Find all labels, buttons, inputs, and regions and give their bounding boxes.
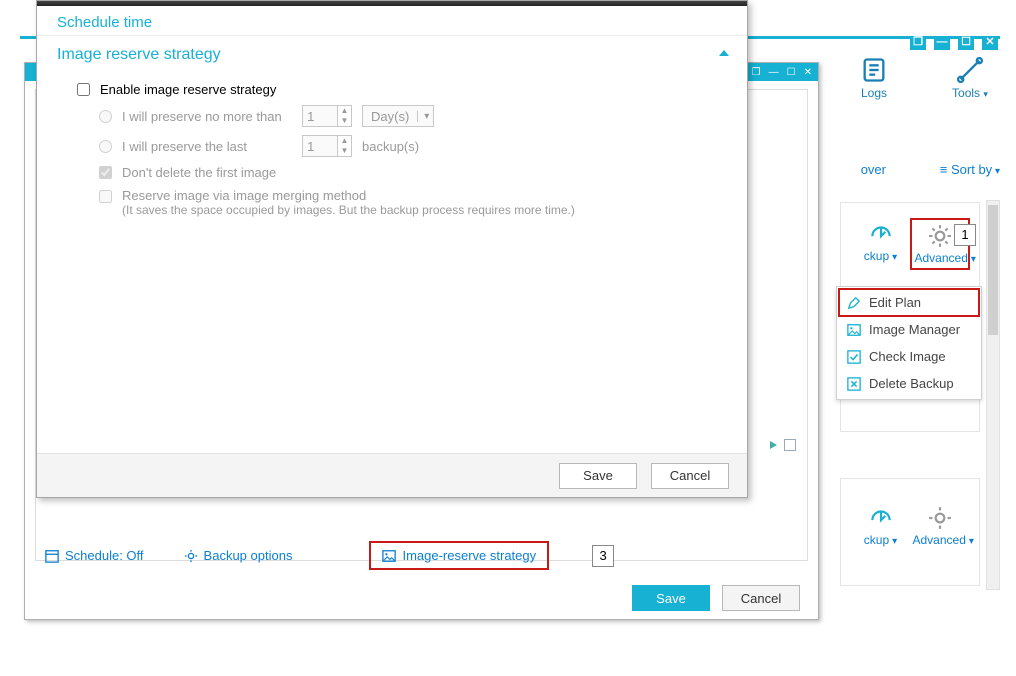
tools-icon <box>956 56 984 84</box>
image-reserve-link[interactable]: Image-reserve strategy <box>372 544 546 567</box>
scrollbar-track[interactable] <box>986 200 1000 590</box>
cancel-button[interactable]: Cancel <box>651 463 729 489</box>
preserve-days-label: I will preserve no more than <box>122 109 292 124</box>
cancel-button[interactable]: Cancel <box>722 585 800 611</box>
last-stepper[interactable]: ▲▼ <box>302 135 352 157</box>
backup-options-link[interactable]: Backup options <box>184 548 293 563</box>
window-controls: ❐ — ☐ ✕ <box>910 36 998 50</box>
maximize-icon[interactable]: ☐ <box>787 67 796 78</box>
delete-icon <box>847 377 861 391</box>
check-icon <box>847 350 861 364</box>
dont-delete-row: Don't delete the first image <box>99 165 719 180</box>
recover-fragment: over <box>861 162 886 177</box>
header-toolbar: Logs Tools ▾ <box>844 56 1000 100</box>
image-icon <box>847 323 861 337</box>
square-icon[interactable] <box>784 439 796 451</box>
preserve-days-radio[interactable] <box>99 110 112 123</box>
schedule-time-header[interactable]: Schedule time <box>37 6 747 35</box>
restore-icon[interactable]: ❐ <box>752 67 761 78</box>
advanced-label: Advanced <box>913 533 966 547</box>
days-unit-select[interactable]: Day(s) <box>362 105 434 127</box>
last-unit: backup(s) <box>362 139 419 154</box>
maximize-icon[interactable]: ☐ <box>958 36 974 50</box>
backup-label: ckup <box>864 533 889 547</box>
advanced-label: Advanced <box>915 251 968 265</box>
menu-image-manager-label: Image Manager <box>869 322 960 337</box>
advanced-dropdown-2[interactable]: Advanced <box>913 505 967 547</box>
scrollbar-thumb[interactable] <box>988 205 998 335</box>
backup-dropdown-2[interactable]: ckup <box>854 505 908 547</box>
enable-label: Enable image reserve strategy <box>100 82 276 97</box>
callout-3: 3 <box>592 545 614 567</box>
close-icon[interactable]: ✕ <box>982 36 998 50</box>
merge-checkbox[interactable] <box>99 190 112 203</box>
edit-plan-footer: Save Cancel <box>25 585 818 611</box>
close-icon[interactable]: ✕ <box>804 67 812 78</box>
save-button[interactable]: Save <box>632 585 710 611</box>
menu-delete-backup-label: Delete Backup <box>869 376 954 391</box>
restore-icon[interactable]: ❐ <box>910 36 926 50</box>
image-icon <box>382 549 396 563</box>
menu-edit-plan[interactable]: Edit Plan <box>841 291 977 314</box>
triangle-icon[interactable] <box>768 439 780 451</box>
merge-label: Reserve image via image merging method <box>122 188 575 203</box>
calendar-icon <box>45 549 59 563</box>
schedule-link[interactable]: Schedule: Off <box>45 548 144 563</box>
sort-by-button[interactable]: Sort by <box>940 162 1000 177</box>
last-value[interactable] <box>303 136 337 156</box>
dont-delete-checkbox[interactable] <box>99 166 112 179</box>
menu-check-image[interactable]: Check Image <box>837 343 981 370</box>
preserve-last-label: I will preserve the last <box>122 139 292 154</box>
tools-label: Tools ▾ <box>952 86 988 100</box>
dont-delete-label: Don't delete the first image <box>122 165 276 180</box>
menu-edit-plan-label: Edit Plan <box>869 295 921 310</box>
view-toggle[interactable] <box>768 439 796 451</box>
preserve-last-radio[interactable] <box>99 140 112 153</box>
preserve-last-row: I will preserve the last ▲▼ backup(s) <box>99 135 719 157</box>
plan-card-2: ckup Advanced <box>840 478 980 586</box>
image-reserve-header[interactable]: Image reserve strategy <box>37 35 747 68</box>
logs-button[interactable]: Logs <box>844 56 904 100</box>
edit-icon <box>847 296 861 310</box>
callout-1: 1 <box>954 224 976 246</box>
schedule-label: Schedule: Off <box>65 548 144 563</box>
merge-row: Reserve image via image merging method (… <box>99 188 719 217</box>
image-reserve-label: Image-reserve strategy <box>402 548 536 563</box>
tools-button[interactable]: Tools ▾ <box>940 56 1000 100</box>
days-stepper[interactable]: ▲▼ <box>302 105 352 127</box>
enable-checkbox[interactable] <box>77 83 90 96</box>
backup-icon <box>868 505 894 531</box>
image-reserve-dialog: Schedule time Image reserve strategy Ena… <box>36 0 748 498</box>
advanced-menu: Edit Plan Image Manager Check Image Dele… <box>836 286 982 400</box>
save-button[interactable]: Save <box>559 463 637 489</box>
logs-icon <box>860 56 888 84</box>
image-reserve-body: Enable image reserve strategy I will pre… <box>37 68 747 235</box>
gear-icon <box>184 549 198 563</box>
edit-plan-bottom-links: Schedule: Off Backup options Image-reser… <box>37 532 806 571</box>
days-value[interactable] <box>303 106 337 126</box>
backup-dropdown[interactable]: ckup <box>854 221 908 267</box>
menu-image-manager[interactable]: Image Manager <box>837 316 981 343</box>
backup-options-label: Backup options <box>204 548 293 563</box>
image-reserve-footer: Save Cancel <box>37 453 747 497</box>
preserve-days-row: I will preserve no more than ▲▼ Day(s) <box>99 105 719 127</box>
enable-row[interactable]: Enable image reserve strategy <box>77 82 719 97</box>
backup-icon <box>868 221 894 247</box>
minimize-icon[interactable]: — <box>934 36 950 50</box>
menu-delete-backup[interactable]: Delete Backup <box>837 370 981 397</box>
gear-icon <box>927 223 953 249</box>
backup-label: ckup <box>864 249 889 263</box>
merge-note: (It saves the space occupied by images. … <box>122 203 575 217</box>
menu-check-image-label: Check Image <box>869 349 946 364</box>
minimize-icon[interactable]: — <box>769 67 779 78</box>
gear-icon <box>927 505 953 531</box>
logs-label: Logs <box>861 86 887 100</box>
